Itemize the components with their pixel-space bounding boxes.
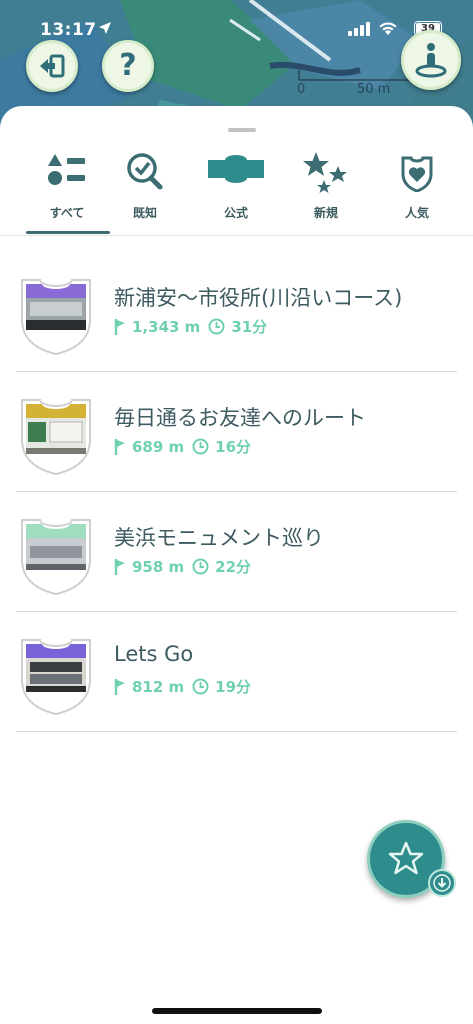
help-label: ? xyxy=(119,48,137,83)
location-arrow-icon xyxy=(99,22,111,34)
status-bar: 13:17 39 xyxy=(0,0,473,44)
tab-all-label: すべて xyxy=(49,206,85,220)
route-distance: 689 m xyxy=(132,437,185,456)
category-shapes-icon xyxy=(48,154,85,185)
clock-icon xyxy=(192,558,209,575)
route-distance: 1,343 m xyxy=(132,317,201,336)
download-arrow-icon xyxy=(433,874,451,892)
tab-new[interactable]: 新規 xyxy=(281,146,371,232)
route-item[interactable]: Lets Go 812 m 19分 xyxy=(0,612,473,732)
tab-popular-label: 人気 xyxy=(404,206,429,220)
route-duration: 22分 xyxy=(215,558,252,576)
route-duration: 31分 xyxy=(231,318,268,336)
route-meta: 812 m 19分 xyxy=(114,676,251,697)
route-duration: 19分 xyxy=(215,678,252,696)
route-title: Lets Go xyxy=(114,642,194,666)
tab-known[interactable]: 既知 xyxy=(100,146,190,232)
exit-door-icon xyxy=(40,54,65,78)
tab-new-label: 新規 xyxy=(313,206,338,220)
person-location-icon xyxy=(415,43,447,78)
route-meta: 1,343 m 31分 xyxy=(114,316,267,337)
route-title: 新浦安〜市役所(川沿いコース) xyxy=(114,286,403,310)
clock-icon xyxy=(208,318,225,335)
saved-routes-button[interactable] xyxy=(367,820,456,898)
tab-all[interactable]: すべて xyxy=(22,146,112,232)
tab-official-label: 公式 xyxy=(223,206,248,220)
selected-tab-indicator xyxy=(26,231,110,234)
player-info-button[interactable] xyxy=(401,30,461,90)
route-badge xyxy=(21,279,91,356)
sheet-grabber[interactable] xyxy=(228,128,256,132)
exit-button[interactable] xyxy=(26,40,78,92)
help-button[interactable]: ? xyxy=(102,40,154,92)
cellular-signal-icon xyxy=(348,22,370,36)
list-divider xyxy=(16,731,457,732)
scale-end-label: 50 m xyxy=(357,82,391,97)
flag-icon xyxy=(114,318,125,335)
route-item[interactable]: 新浦安〜市役所(川沿いコース) 1,343 m 31分 xyxy=(0,252,473,372)
route-item[interactable]: 美浜モニュメント巡り 958 m 22分 xyxy=(0,492,473,612)
wifi-icon xyxy=(379,22,397,35)
flag-icon xyxy=(114,438,125,455)
heart-shield-icon xyxy=(401,156,433,192)
route-meta: 958 m 22分 xyxy=(114,556,251,577)
route-badge xyxy=(21,519,91,596)
scale-start-label: 0 xyxy=(297,82,306,97)
clock-icon xyxy=(192,678,209,695)
tab-popular[interactable]: 人気 xyxy=(372,146,462,232)
route-title: 美浜モニュメント巡り xyxy=(114,526,324,550)
route-title: 毎日通るお友達へのルート xyxy=(114,406,366,430)
clock-icon xyxy=(192,438,209,455)
flag-icon xyxy=(114,558,125,575)
route-banner-icon xyxy=(208,155,264,183)
route-badge xyxy=(21,399,91,476)
route-duration: 16分 xyxy=(215,438,252,456)
route-distance: 958 m xyxy=(132,557,185,576)
download-badge xyxy=(428,869,456,897)
filter-tabs: すべて 既知 公式 新規 人気 xyxy=(0,146,473,232)
tab-known-label: 既知 xyxy=(132,206,157,220)
star-outline-icon xyxy=(388,841,424,875)
flag-icon xyxy=(114,678,125,695)
home-indicator[interactable] xyxy=(152,1008,322,1014)
search-check-icon xyxy=(127,153,163,190)
route-distance: 812 m xyxy=(132,677,185,696)
route-badge xyxy=(21,639,91,716)
route-item[interactable]: 毎日通るお友達へのルート 689 m 16分 xyxy=(0,372,473,492)
status-time: 13:17 xyxy=(40,20,97,40)
route-list: 新浦安〜市役所(川沿いコース) 1,343 m 31分 毎日通るお友達へのルート xyxy=(0,252,473,732)
tabs-divider xyxy=(0,235,473,236)
route-meta: 689 m 16分 xyxy=(114,436,251,457)
tab-official[interactable]: 公式 xyxy=(191,146,281,232)
stars-icon xyxy=(303,152,347,193)
